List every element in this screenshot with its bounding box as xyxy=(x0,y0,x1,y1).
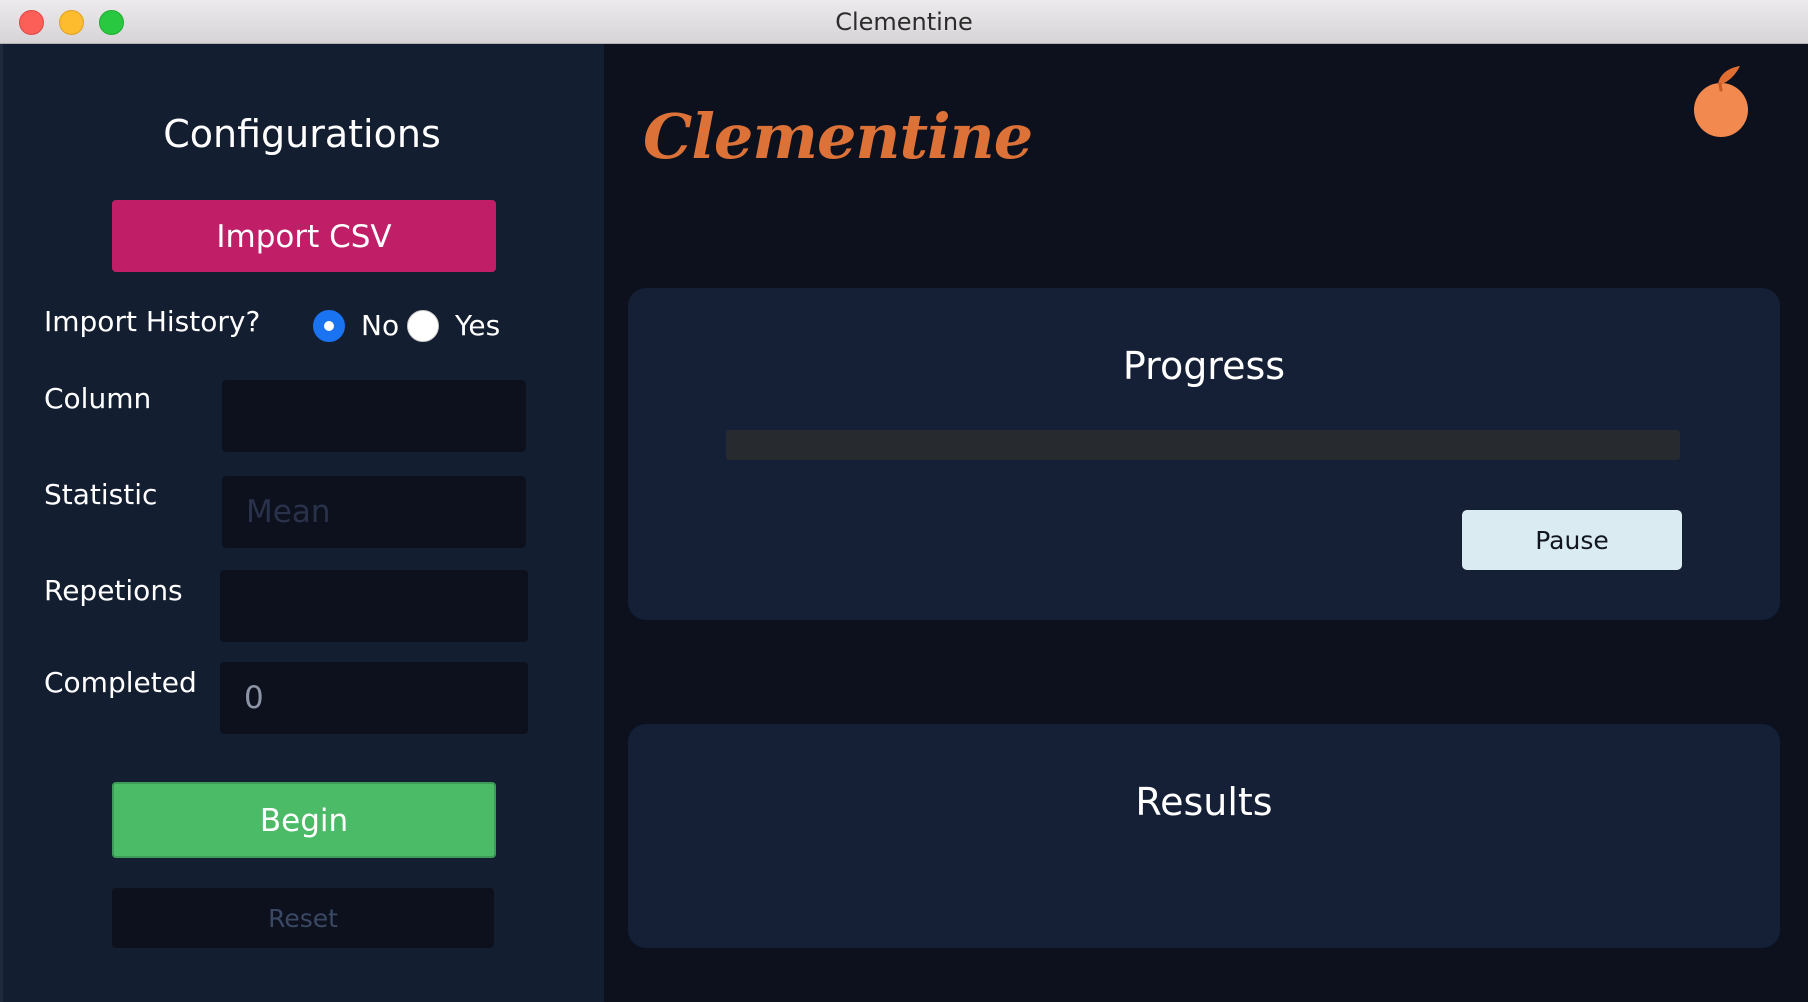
import-csv-button[interactable]: Import CSV xyxy=(112,200,496,272)
results-card: Results xyxy=(628,724,1780,948)
import-history-no-radio[interactable] xyxy=(313,310,345,342)
statistic-input[interactable] xyxy=(222,476,526,548)
sidebar-edge xyxy=(0,44,3,1002)
reset-button[interactable]: Reset xyxy=(112,888,494,948)
window-title: Clementine xyxy=(835,8,973,36)
import-history-yes-label[interactable]: Yes xyxy=(455,309,500,342)
completed-input[interactable] xyxy=(220,662,528,734)
column-input[interactable] xyxy=(222,380,526,452)
results-title: Results xyxy=(1135,780,1273,824)
repetions-label: Repetions xyxy=(44,574,183,607)
begin-button[interactable]: Begin xyxy=(112,782,496,858)
repetions-input[interactable] xyxy=(220,570,528,642)
title-bar[interactable]: Clementine xyxy=(0,0,1808,44)
completed-label: Completed xyxy=(44,666,197,699)
progress-card: Progress Pause xyxy=(628,288,1780,620)
configurations-title: Configurations xyxy=(163,112,441,156)
progress-bar xyxy=(726,430,1680,460)
import-history-no-label[interactable]: No xyxy=(361,309,399,342)
import-history-label: Import History? xyxy=(44,305,261,338)
import-history-yes-radio[interactable] xyxy=(407,310,439,342)
progress-title: Progress xyxy=(1122,344,1286,388)
brand-logotype: Clementine xyxy=(643,100,1033,173)
clementine-fruit-icon xyxy=(1694,66,1748,137)
statistic-label: Statistic xyxy=(44,478,158,511)
pause-button[interactable]: Pause xyxy=(1462,510,1682,570)
column-label: Column xyxy=(44,382,152,415)
app-window: Clementine Configurations Import CSV Imp… xyxy=(0,0,1808,1002)
